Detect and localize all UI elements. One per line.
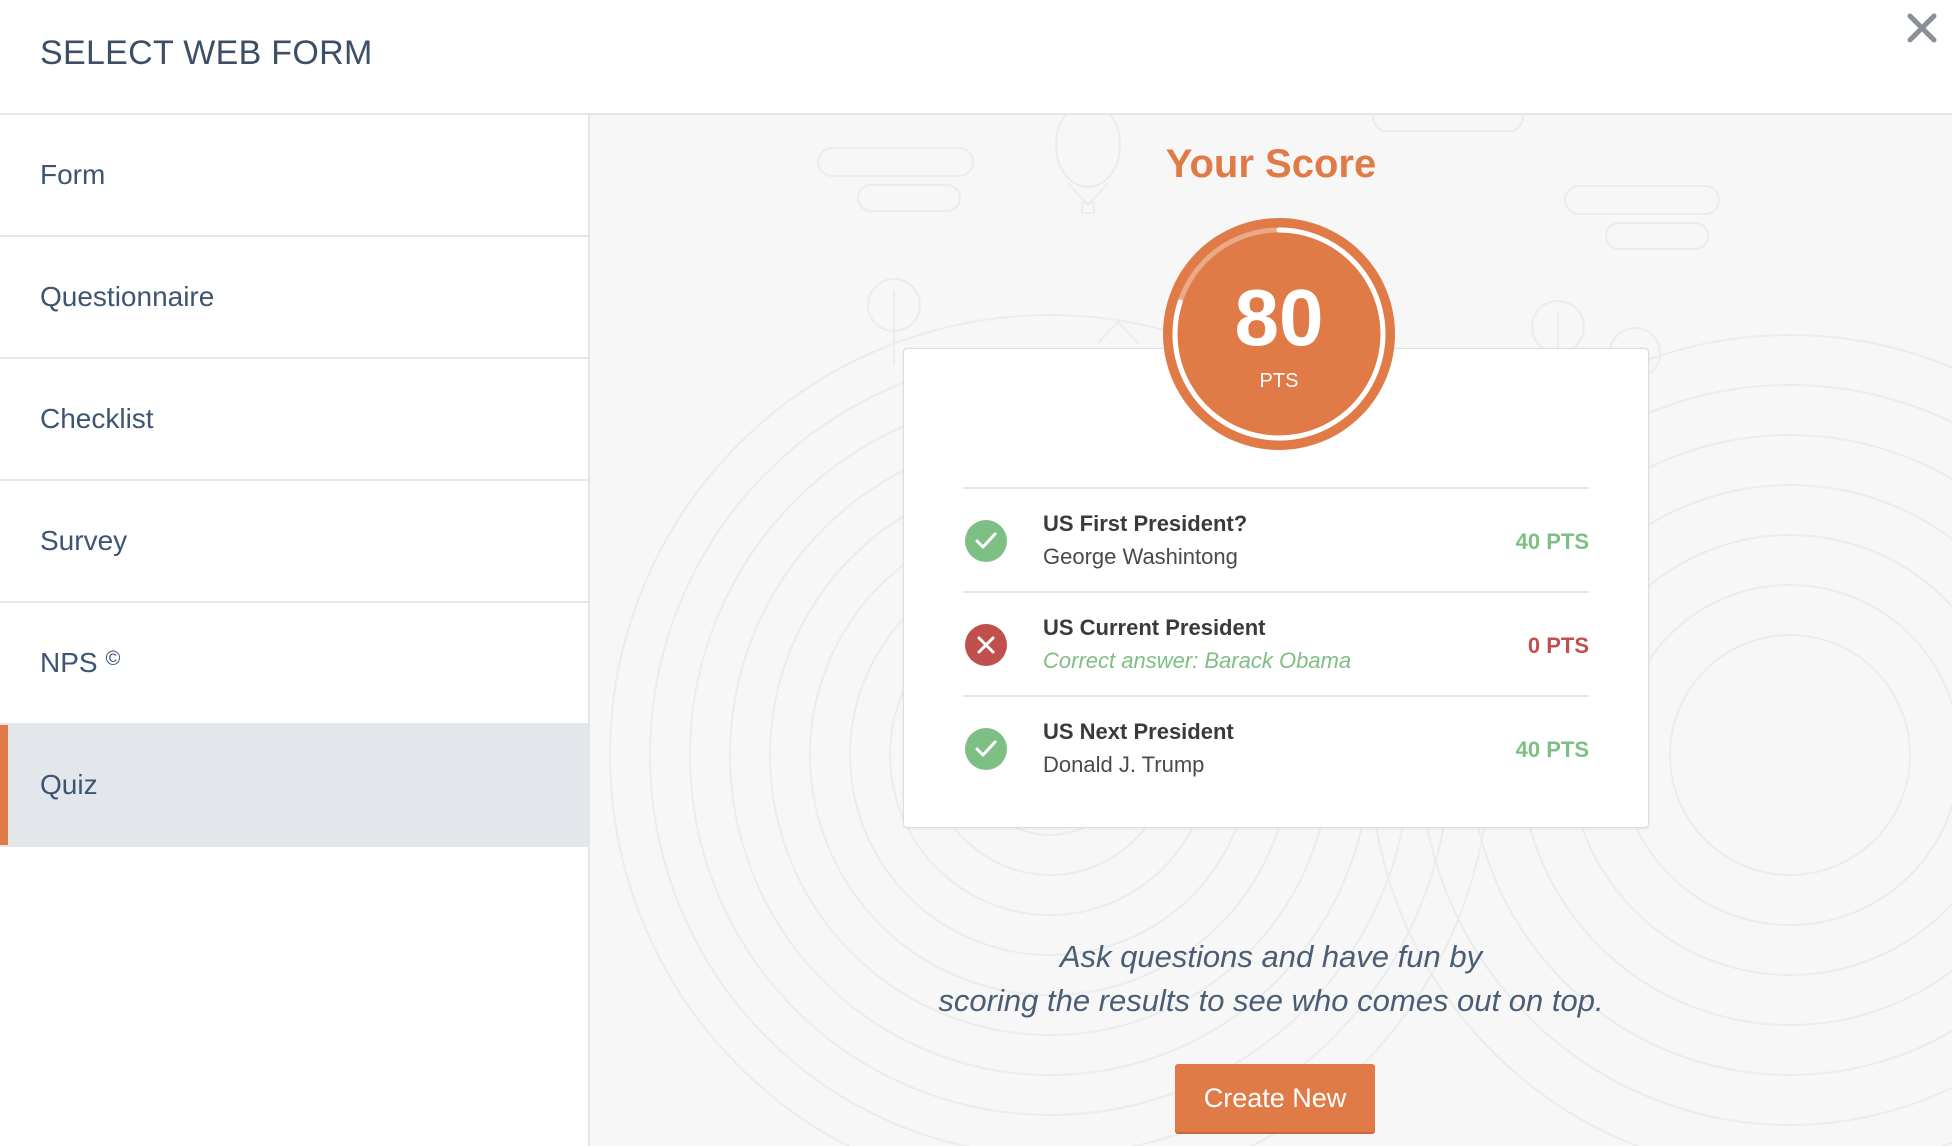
select-web-form-dialog: SELECT WEB FORM Form Questionnaire Check… xyxy=(0,0,1952,1146)
sidebar-item-survey[interactable]: Survey xyxy=(0,481,588,603)
dialog-header: SELECT WEB FORM xyxy=(0,0,1952,115)
close-icon[interactable] xyxy=(1902,8,1942,48)
points-badge: 40 PTS xyxy=(1515,737,1589,762)
question-text: US Current President xyxy=(1043,615,1266,640)
sidebar-item-nps[interactable]: NPS © xyxy=(0,603,588,725)
form-type-sidebar: Form Questionnaire Checklist Survey NPS … xyxy=(0,115,590,1146)
score-value: 80 xyxy=(1234,273,1324,362)
sidebar-item-label: Form xyxy=(40,159,106,190)
check-icon xyxy=(965,728,1007,770)
sidebar-item-quiz[interactable]: Quiz xyxy=(0,725,588,847)
score-unit: PTS xyxy=(1259,370,1299,392)
sidebar-item-form[interactable]: Form xyxy=(0,115,588,237)
tagline-line-2: scoring the results to see who comes out… xyxy=(938,983,1604,1018)
copyright-mark: © xyxy=(105,647,121,670)
sidebar-item-questionnaire[interactable]: Questionnaire xyxy=(0,237,588,359)
sidebar-item-label: Questionnaire xyxy=(40,281,215,312)
answer-text: Donald J. Trump xyxy=(1043,752,1205,777)
sidebar-item-checklist[interactable]: Checklist xyxy=(0,359,588,481)
points-badge: 40 PTS xyxy=(1515,529,1589,554)
quiz-description: Ask questions and have fun by scoring th… xyxy=(590,935,1952,1023)
create-new-button[interactable]: Create New xyxy=(1175,1064,1375,1132)
result-row: US Next President Donald J. Trump 40 PTS xyxy=(963,695,1589,799)
sidebar-item-label: Survey xyxy=(40,525,128,556)
question-text: US Next President xyxy=(1043,719,1234,744)
check-icon xyxy=(965,520,1007,562)
form-preview-panel: Your Score 80 PTS US First President? Ge… xyxy=(590,115,1952,1146)
result-row: US Current President Correct answer: Bar… xyxy=(963,591,1589,695)
dialog-title: SELECT WEB FORM xyxy=(40,34,373,72)
points-badge: 0 PTS xyxy=(1527,633,1589,658)
question-text: US First President? xyxy=(1043,511,1248,536)
result-row: US First President? George Washintong 40… xyxy=(963,487,1589,591)
sidebar-item-label: Quiz xyxy=(40,769,98,800)
correct-answer-hint: Correct answer: Barack Obama xyxy=(1043,648,1352,673)
tagline-line-1: Ask questions and have fun by xyxy=(1059,939,1483,974)
cross-icon xyxy=(965,624,1007,666)
results-list: US First President? George Washintong 40… xyxy=(963,487,1589,799)
answer-text: George Washintong xyxy=(1043,544,1238,569)
score-title: Your Score xyxy=(1165,142,1377,186)
sidebar-item-label: NPS xyxy=(40,647,98,678)
sidebar-item-label: Checklist xyxy=(40,403,154,434)
